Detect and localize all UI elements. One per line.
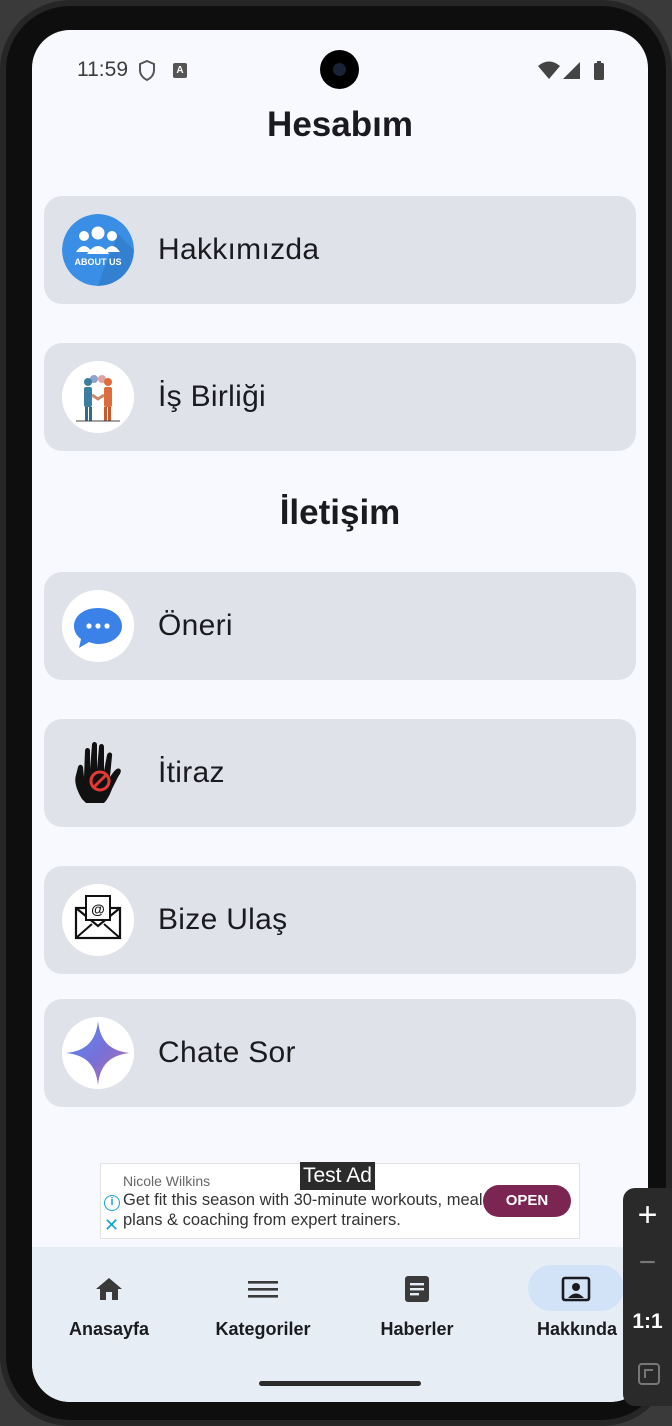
bottom-navigation: Anasayfa Kategoriler Haberler Hakkında — [32, 1247, 648, 1402]
menu-item-label: Hakkımızda — [158, 233, 320, 266]
nav-item-kategoriler[interactable]: Kategoriler — [186, 1247, 340, 1357]
fit-screen-icon[interactable] — [637, 1362, 661, 1386]
sparkle-icon — [62, 1017, 134, 1089]
signal-icon — [563, 62, 580, 79]
menu-item-chate-sor[interactable]: Chate Sor — [44, 999, 636, 1107]
keyboard-a-icon: A — [173, 63, 187, 78]
ad-advertiser: Nicole Wilkins — [123, 1173, 211, 1189]
zoom-in-button[interactable]: + — [623, 1196, 672, 1235]
stop-hand-icon — [62, 737, 134, 809]
menu-item-label: Öneri — [158, 609, 233, 642]
ad-open-button[interactable]: OPEN — [483, 1185, 571, 1217]
nav-item-haberler[interactable]: Haberler — [340, 1247, 494, 1357]
menu-item-label: Chate Sor — [158, 1036, 296, 1069]
menu-item-label: İtiraz — [158, 756, 225, 789]
envelope-icon: @ — [62, 884, 134, 956]
menu-item-bize-ulas[interactable]: @ Bize Ulaş — [44, 866, 636, 974]
system-icons — [538, 61, 604, 80]
menu-item-label: Bize Ulaş — [158, 903, 288, 936]
wifi-icon — [538, 61, 560, 79]
zoom-ratio-button[interactable]: 1:1 — [623, 1310, 672, 1334]
device-bezel: 11:59 A Hesabım ABOUT US Hakkımızda İş B… — [6, 6, 666, 1420]
handshake-icon — [62, 361, 134, 433]
app-screen: 11:59 A Hesabım ABOUT US Hakkımızda İş B… — [32, 30, 648, 1402]
nav-label: Haberler — [380, 1319, 454, 1339]
battery-icon — [594, 63, 604, 80]
zoom-out-button[interactable]: − — [623, 1246, 672, 1280]
about-us-icon: ABOUT US — [62, 214, 134, 286]
test-ad-label: Test Ad — [300, 1162, 375, 1190]
camera-cutout — [320, 50, 359, 89]
info-icon[interactable]: i — [104, 1195, 120, 1211]
menu-icon — [248, 1281, 278, 1298]
chat-bubble-icon — [62, 590, 134, 662]
svg-text:@: @ — [91, 901, 105, 917]
ad-banner[interactable]: Nicole Wilkins Get fit this season with … — [100, 1162, 580, 1239]
device-frame: 11:59 A Hesabım ABOUT US Hakkımızda İş B… — [0, 0, 672, 1426]
gesture-handle[interactable] — [259, 1381, 421, 1386]
article-icon — [405, 1276, 429, 1302]
menu-item-oneri[interactable]: Öneri — [44, 572, 636, 680]
nav-label: Anasayfa — [68, 1319, 150, 1339]
section-title-iletisim: İletişim — [279, 493, 401, 532]
ad-text: Get fit this season with 30-minute worko… — [123, 1191, 483, 1229]
home-icon — [96, 1278, 122, 1300]
menu-item-itiraz[interactable]: İtiraz — [44, 719, 636, 827]
menu-item-is-birligi[interactable]: İş Birliği — [44, 343, 636, 451]
menu-item-label: İş Birliği — [158, 380, 267, 413]
menu-item-hakkimizda[interactable]: ABOUT US Hakkımızda — [44, 196, 636, 304]
status-time: 11:59 — [77, 58, 128, 81]
page-title: Hesabım — [267, 105, 413, 144]
shield-icon — [139, 60, 155, 81]
account-box-icon — [561, 1276, 591, 1302]
close-icon[interactable]: ✕ — [104, 1216, 119, 1234]
nav-label: Hakkında — [536, 1319, 618, 1339]
about-us-badge: ABOUT US — [75, 257, 122, 267]
nav-label: Kategoriler — [215, 1319, 311, 1339]
status-bar: 11:59 A — [32, 30, 648, 110]
emulator-zoom-panel: + − 1:1 — [623, 1188, 672, 1406]
nav-item-anasayfa[interactable]: Anasayfa — [32, 1247, 186, 1357]
